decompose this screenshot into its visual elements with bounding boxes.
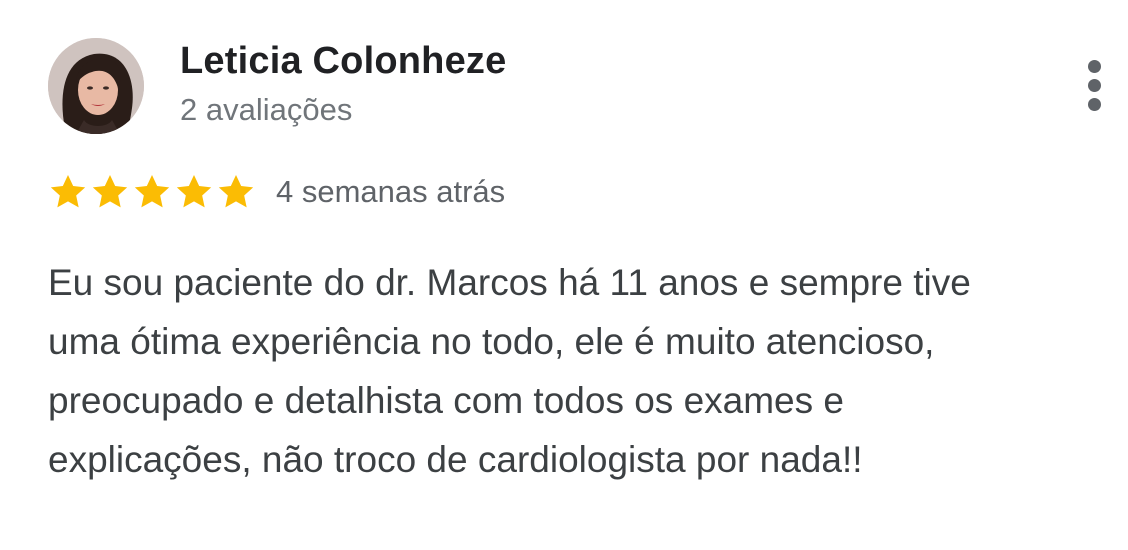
more-vertical-icon-dot	[1088, 98, 1101, 111]
reviewer-avatar[interactable]	[48, 38, 144, 134]
more-options-button[interactable]	[1076, 58, 1114, 114]
review-text-line: preocupado e detalhista com todos os exa…	[48, 380, 844, 421]
review-text: Eu sou paciente do dr. Marcos há 11 anos…	[48, 253, 1118, 489]
star-icon	[176, 175, 212, 208]
review-date: 4 semanas atrás	[276, 174, 506, 209]
star-rating	[48, 172, 256, 212]
more-vertical-icon	[1088, 60, 1101, 73]
star-icon	[218, 175, 254, 208]
star-icon	[92, 175, 128, 208]
rating-row: 4 semanas atrás	[48, 170, 505, 214]
review-text-line: uma ótima experiência no todo, ele é mui…	[48, 321, 935, 362]
reviewer-name[interactable]: Leticia Colonheze	[180, 40, 506, 83]
profile-photo-icon	[48, 38, 144, 134]
review-text-line: explicações, não troco de cardiologista …	[48, 439, 863, 480]
star-icon	[50, 175, 86, 208]
more-vertical-icon-dot	[1088, 79, 1101, 92]
reviewer-review-count: 2 avaliações	[180, 92, 353, 127]
star-icon	[134, 175, 170, 208]
review-card: Leticia Colonheze 2 avaliações 4 semanas…	[0, 0, 1128, 550]
review-text-line: Eu sou paciente do dr. Marcos há 11 anos…	[48, 262, 971, 303]
